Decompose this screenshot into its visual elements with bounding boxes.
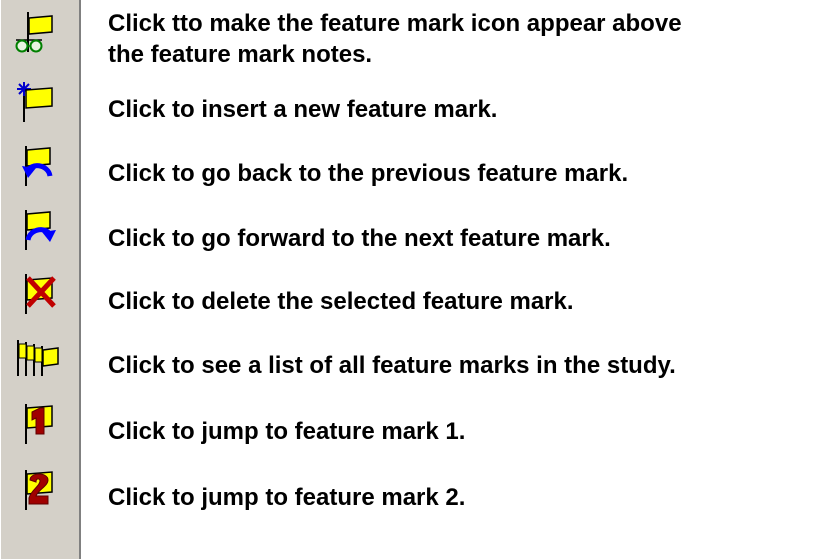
row-description: Click to go forward to the next feature … — [108, 225, 611, 252]
row-description: Click tto make the feature mark icon app… — [108, 10, 682, 68]
row-description: Click to see a list of all feature marks… — [108, 352, 676, 379]
feature-mark-2-icon[interactable] — [14, 466, 64, 512]
previous-feature-mark-icon[interactable] — [14, 142, 64, 188]
row-description: Click to go back to the previous feature… — [108, 160, 629, 187]
row-description: Click to jump to feature mark 2. — [108, 484, 466, 511]
feature-mark-list-icon[interactable] — [14, 336, 64, 382]
feature-mark-1-icon[interactable] — [14, 400, 64, 446]
row-description: Click to delete the selected feature mar… — [108, 288, 574, 315]
delete-feature-mark-icon[interactable] — [14, 270, 64, 316]
next-feature-mark-icon[interactable] — [14, 206, 64, 252]
insert-feature-mark-icon[interactable] — [14, 78, 64, 124]
row-description: Click to jump to feature mark 1. — [108, 418, 466, 445]
flag-with-glasses-icon[interactable] — [14, 8, 64, 54]
row-description: Click to insert a new feature mark. — [108, 96, 498, 123]
